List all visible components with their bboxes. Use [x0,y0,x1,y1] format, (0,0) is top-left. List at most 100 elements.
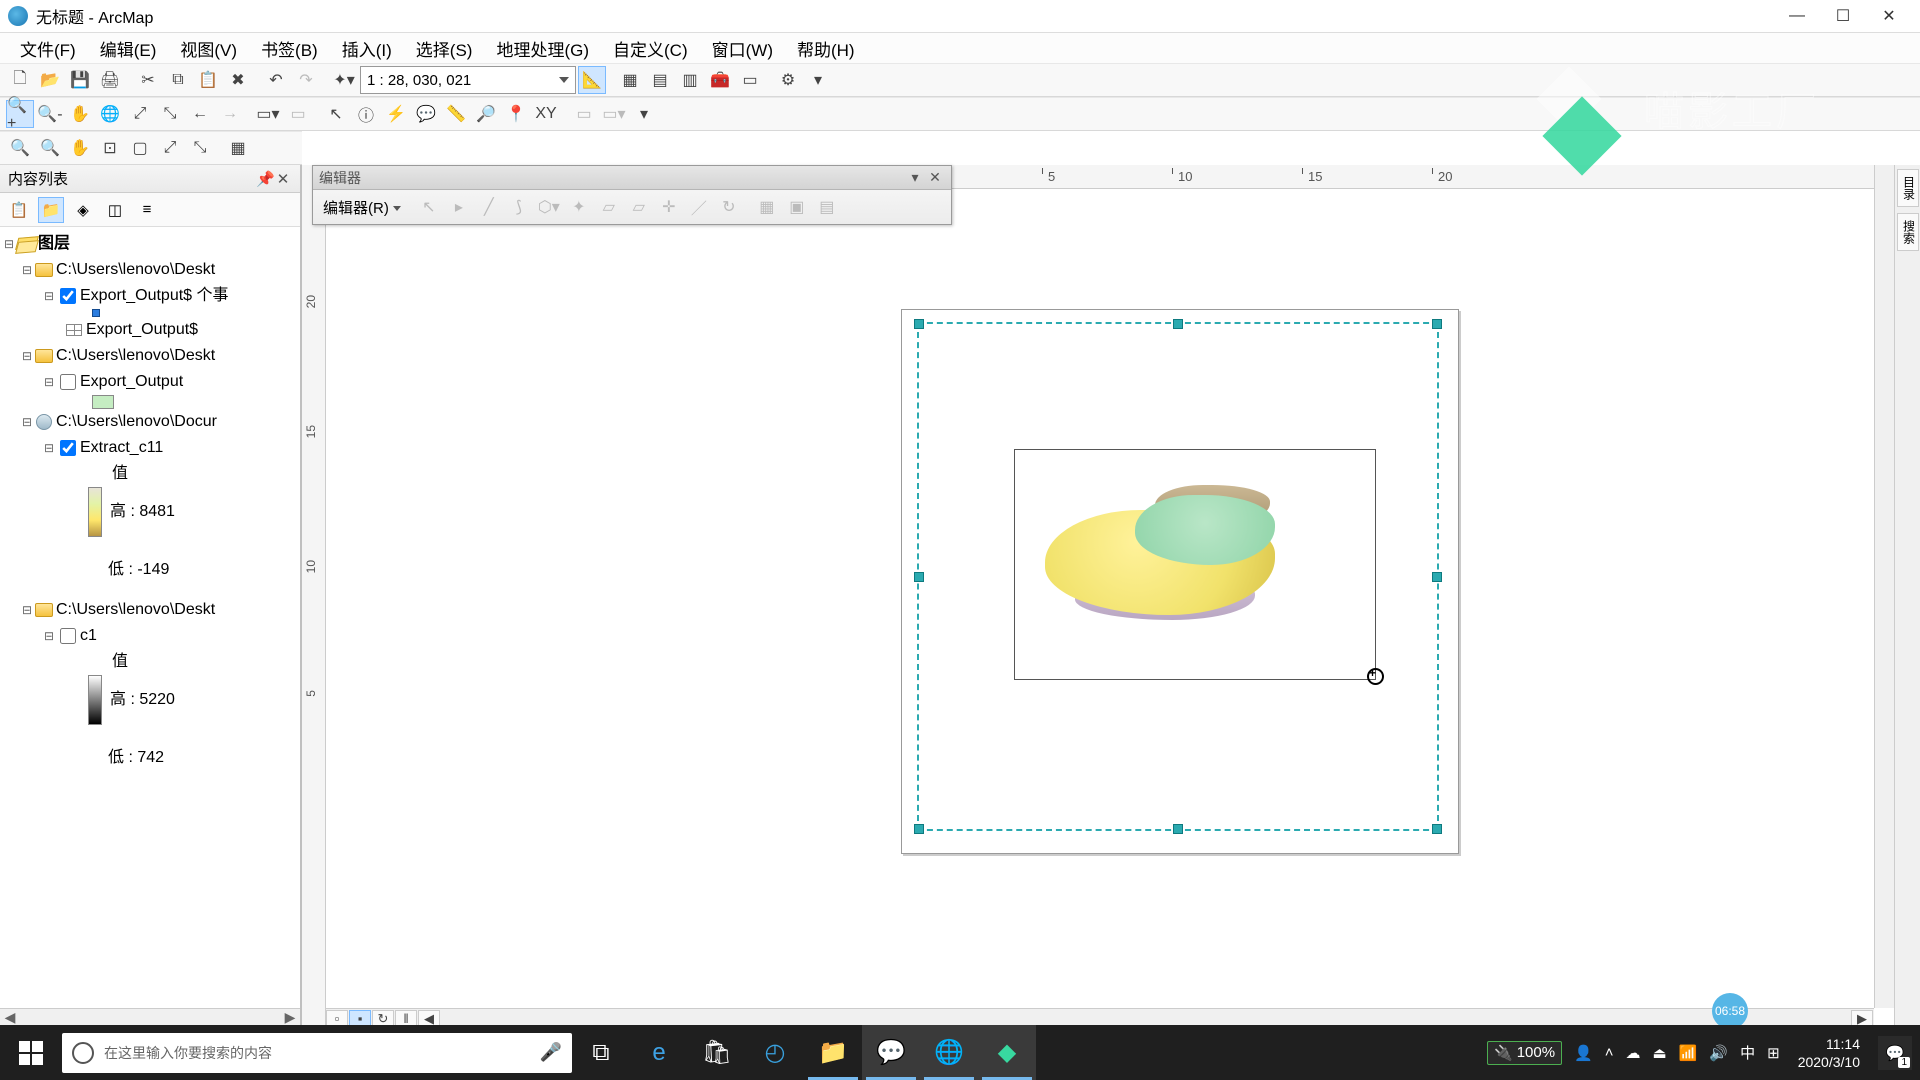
tray-up-icon[interactable]: ˄ [1605,1044,1614,1061]
app-icon-blue[interactable]: ◴ [746,1025,804,1080]
menu-customize[interactable]: 自定义(C) [601,32,700,65]
edit-annotation-icon[interactable]: ▸ [445,193,473,221]
attributes-icon[interactable]: ▦ [753,193,781,221]
menu-insert[interactable]: 插入(I) [330,32,404,65]
start-button[interactable] [0,1025,62,1080]
fixed-zoom-out-icon[interactable]: ⤡ [156,100,184,128]
resize-handle[interactable] [1173,824,1183,834]
filmora-taskbar-icon[interactable]: ◆ [978,1025,1036,1080]
zoom-whole-page-icon[interactable]: ⊡ [96,134,124,162]
toc-path-3[interactable]: C:\Users\lenovo\Deskt [56,597,215,623]
people-icon[interactable]: 👤 [1574,1044,1593,1062]
measure-icon[interactable]: 📏 [442,100,470,128]
toc-layer-export-events[interactable]: Export_Output$ 个事 [80,283,229,309]
resize-handle[interactable] [914,572,924,582]
delete-icon[interactable]: ✖ [224,66,252,94]
pin-icon[interactable]: 📌 [256,170,274,188]
editor-options-icon[interactable]: ▾ [905,169,925,186]
toolbar-options-2-icon[interactable]: ▾ [630,100,658,128]
zoom-100-icon[interactable]: ▢ [126,134,154,162]
layout-pan-icon[interactable]: ✋ [66,134,94,162]
toc-layer-c1[interactable]: c1 [80,623,97,649]
print-icon[interactable]: 🖨 [96,66,124,94]
time-slider-icon[interactable]: ▭ [570,100,598,128]
redo-icon[interactable]: ↷ [292,66,320,94]
edge-icon[interactable]: e [630,1025,688,1080]
layer-checkbox-2[interactable] [60,374,76,390]
toc-path-docs[interactable]: C:\Users\lenovo\Docur [56,409,217,435]
taskbar-clock[interactable]: 11:14 2020/3/10 [1792,1035,1866,1071]
layout-fixed-out-icon[interactable]: ⤡ [186,134,214,162]
resize-handle[interactable] [1432,319,1442,329]
reshape-icon[interactable]: ▱ [625,193,653,221]
straight-segment-icon[interactable]: ╱ [475,193,503,221]
sketch-properties-icon[interactable]: ▣ [783,193,811,221]
edit-vertices-icon[interactable]: ▱ [595,193,623,221]
editor-toolbar[interactable]: 编辑器 ▾ ✕ 编辑器(R) ↖ ▸ ╱ ⟆ ⬡▾ ✦ ▱ ▱ ✛ ／ ↻ ▦ … [312,165,952,225]
resize-handle[interactable] [1432,824,1442,834]
layout-zoom-in-icon[interactable]: 🔍 [6,134,34,162]
scale-combo[interactable]: 1 : 28, 030, 021 [360,66,576,94]
pan-icon[interactable]: ✋ [66,100,94,128]
store-icon[interactable]: 🛍 [688,1025,746,1080]
python-icon[interactable]: ▭ [736,66,764,94]
goto-xy-icon[interactable]: XY [532,100,560,128]
layout-zoom-out-icon[interactable]: 🔍 [36,134,64,162]
arc-segment-icon[interactable]: ⟆ [505,193,533,221]
toc-layer-export-output[interactable]: Export_Output [80,369,183,395]
editor-close-icon[interactable]: ✕ [925,169,945,186]
mic-icon[interactable]: 🎤 [540,1042,562,1063]
rotate-icon[interactable]: ↻ [715,193,743,221]
list-by-drawing-icon[interactable]: 📋 [6,197,32,223]
ime-simp-icon[interactable]: ⊞ [1767,1044,1780,1062]
edit-tool-icon[interactable]: ↖ [415,193,443,221]
cut-icon[interactable]: ✂ [134,66,162,94]
eject-icon[interactable]: ⏏ [1653,1044,1667,1062]
toc-table-export[interactable]: Export_Output$ [86,317,198,343]
toc-options-icon[interactable]: ≡ [134,197,160,223]
toc-path-2[interactable]: C:\Users\lenovo\Deskt [56,343,215,369]
list-by-selection-icon[interactable]: ◫ [102,197,128,223]
editor-toolbar-icon[interactable]: 📐 [578,66,606,94]
paste-icon[interactable]: 📋 [194,66,222,94]
editor-toolbar-title[interactable]: 编辑器 ▾ ✕ [313,166,951,190]
toolbar-options-icon[interactable]: ▾ [804,66,832,94]
toc-tree[interactable]: ⊟图层 ⊟C:\Users\lenovo\Deskt ⊟Export_Outpu… [0,227,300,1008]
file-explorer-icon[interactable]: 📁 [804,1025,862,1080]
map-viewport[interactable] [1014,449,1376,680]
toc-path-1[interactable]: C:\Users\lenovo\Deskt [56,257,215,283]
resize-handle[interactable] [1173,319,1183,329]
copy-icon[interactable]: ⧉ [164,66,192,94]
taskbar-search[interactable]: 在这里输入你要搜索的内容 🎤 [62,1033,572,1073]
split-icon[interactable]: ／ [685,193,713,221]
resize-handle[interactable] [914,824,924,834]
undo-icon[interactable]: ↶ [262,66,290,94]
minimize-button[interactable]: — [1774,0,1820,32]
layout-vscroll[interactable] [1874,165,1894,1008]
wechat-icon[interactable]: 💬 [862,1025,920,1080]
new-icon[interactable]: 🗋 [6,66,34,94]
data-frame-selection[interactable] [917,322,1439,831]
open-icon[interactable]: 📂 [36,66,64,94]
action-center-icon[interactable]: 💬1 [1878,1036,1912,1070]
find-route-icon[interactable]: 📍 [502,100,530,128]
layer-checkbox-1[interactable] [60,288,76,304]
fixed-zoom-in-icon[interactable]: ⤢ [126,100,154,128]
layout-back-icon[interactable]: ▦ [224,134,252,162]
list-by-source-icon[interactable]: 📁 [38,197,64,223]
html-popup-icon[interactable]: 💬 [412,100,440,128]
toc-root[interactable]: 图层 [38,231,70,257]
toc-layer-extract[interactable]: Extract_c11 [80,435,163,461]
select-features-icon[interactable]: ▭▾ [254,100,282,128]
search-window-icon[interactable]: ▥ [676,66,704,94]
layout-page[interactable] [901,309,1459,854]
resize-handle[interactable] [914,319,924,329]
create-features-icon[interactable]: ▤ [813,193,841,221]
cut-polygons-icon[interactable]: ✛ [655,193,683,221]
find-icon[interactable]: 🔎 [472,100,500,128]
model-builder-icon[interactable]: ⚙ [774,66,802,94]
arctoolbox-icon[interactable]: 🧰 [706,66,734,94]
add-data-icon[interactable]: ✦▾ [330,66,358,94]
clear-selection-icon[interactable]: ▭ [284,100,312,128]
point-icon[interactable]: ✦ [565,193,593,221]
